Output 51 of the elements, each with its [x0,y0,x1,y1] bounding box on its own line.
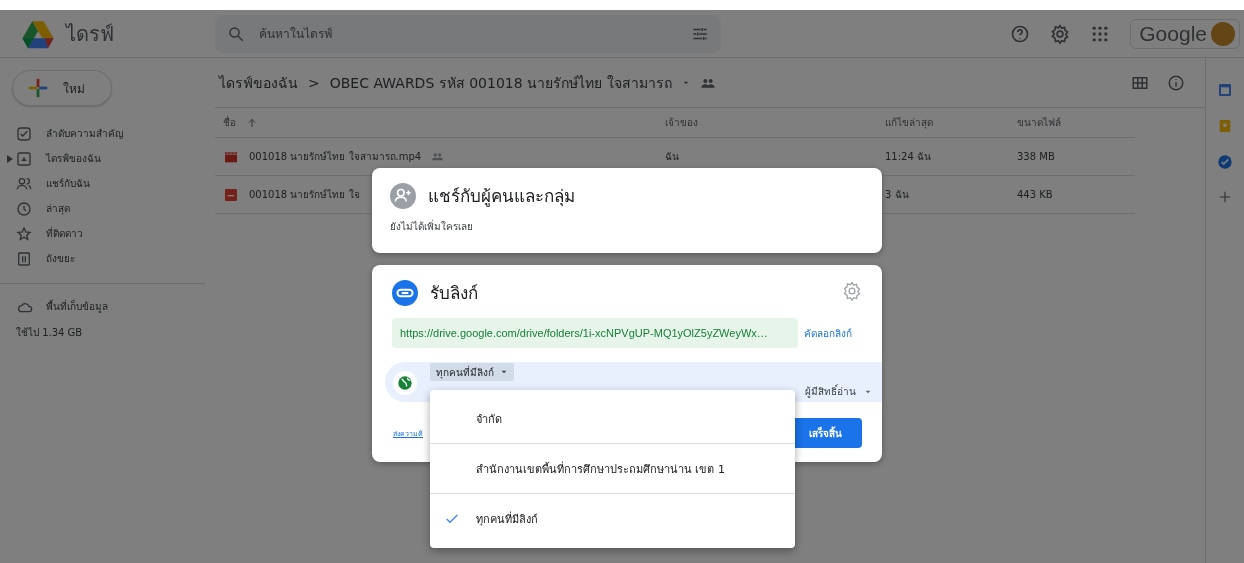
sidebar-item[interactable]: ไดรฟ์ของฉัน [0,146,205,171]
caret-icon [500,368,508,376]
link-field[interactable]: https://drive.google.com/drive/folders/1i-xcNPVgUP-MQ1yOlZ5yZWeyWx… [392,318,798,348]
storage-item[interactable]: พื้นที่เก็บข้อมูล [0,294,205,319]
new-button[interactable]: ใหม่ [12,70,112,106]
sidebar-item[interactable]: แชร์กับฉัน [0,171,205,196]
card-subtitle: ยังไม่ได้เพิ่มใครเลย [390,219,473,234]
menu-item[interactable]: ทุกคนที่มีลิงก์ [430,494,795,544]
role-dropdown[interactable]: ผู้มีสิทธิ์อ่าน [803,384,874,399]
checkbox-icon [16,125,32,142]
settings-icon[interactable] [1050,23,1071,44]
storage-usage: ใช้ไป 1.34 GB [15,326,83,340]
search-field[interactable]: ค้นหาในไดรฟ์ [215,14,721,53]
sidebar-item[interactable]: ที่ติดดาว [0,221,205,246]
plus-icon [27,77,49,99]
sidebar-item[interactable]: ลำดับความสำคัญ [0,121,205,146]
column-header[interactable]: ขนาดไฟล์ [1017,117,1061,128]
calendar-icon[interactable] [1217,82,1233,98]
people-icon [16,175,32,192]
trash-icon [16,250,32,267]
account-button[interactable]: Google [1130,18,1240,49]
card-title: แชร์กับผู้คนและกลุ่ม [428,185,575,209]
folder-title[interactable]: OBEC AWARDS รหัส 001018 นายรักษ์ไทย ใจสามารถ [329,71,672,94]
column-header[interactable]: แก้ไขล่าสุด [885,117,933,128]
app-name: ไดรฟ์ [66,20,114,48]
card-title: รับลิงก์ [430,282,478,305]
search-icon [227,24,245,43]
search-input[interactable]: ค้นหาในไดรฟ์ [257,25,679,42]
globe-icon [397,375,413,391]
clock-icon [16,200,32,217]
drive-icon [16,150,32,167]
breadcrumb-link[interactable]: ไดรฟ์ของฉัน [219,71,298,94]
add-person-icon [390,182,416,209]
expand-icon[interactable] [7,154,13,163]
settings-icon[interactable] [842,280,862,301]
star-icon [16,225,32,242]
tasks-icon[interactable] [1217,154,1233,170]
column-header[interactable]: ชื่อ [223,115,236,130]
breadcrumb-separator: > [308,74,320,91]
info-icon[interactable] [1167,73,1185,92]
link-icon [392,279,418,306]
pdf-file-icon [223,186,239,203]
sidebar-item[interactable]: ถังขยะ [0,246,205,271]
access-dropdown[interactable]: ทุกคนที่มีลิงก์ [430,363,514,381]
column-header[interactable]: เจ้าของ [665,117,698,128]
sidebar-item[interactable]: ล่าสุด [0,196,205,221]
help-icon[interactable] [1010,23,1031,44]
add-icon[interactable] [1218,190,1232,204]
sort-arrow-icon [246,116,258,129]
copy-link-button[interactable]: คัดลอกลิงก์ [800,321,856,345]
menu-item[interactable]: จำกัด [430,394,795,444]
